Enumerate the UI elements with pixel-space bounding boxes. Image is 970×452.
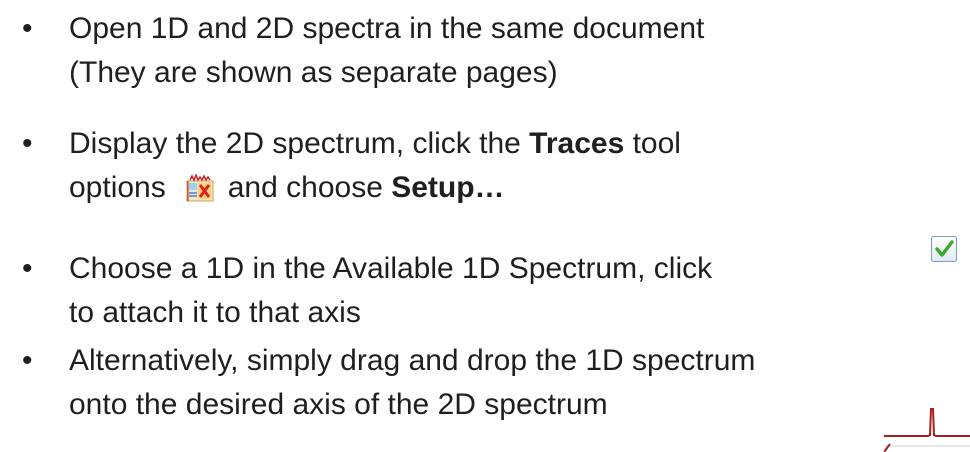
bullet-dot: • (22, 252, 33, 285)
bullet-line: Alternatively, simply drag and drop the … (69, 344, 756, 377)
bullet-line: onto the desired axis of the 2D spectrum (69, 388, 608, 421)
text-segment: Display the 2D spectrum, click the (69, 127, 530, 160)
bullet-text: Open 1D and 2D spectra in the same docum… (69, 7, 704, 95)
bullet-text: Display the 2D spectrum, click the Trace… (69, 122, 681, 210)
bullet-dot: • (22, 344, 33, 377)
bullet-line: (They are shown as separate pages) (69, 56, 558, 89)
text-segment: and choose (227, 171, 392, 204)
bullet-line: Open 1D and 2D spectra in the same docum… (69, 12, 705, 45)
traces-keyword: Traces (529, 127, 625, 160)
bullet-line: options and choose Setup… (69, 166, 681, 210)
setup-keyword: Setup… (391, 171, 505, 204)
bullet-dot: • (22, 12, 33, 45)
text-segment: tool (624, 127, 681, 160)
text-segment: options (69, 171, 166, 204)
bullet-line: to attach it to that axis (69, 296, 361, 329)
bullet-text: Alternatively, simply drag and drop the … (69, 339, 755, 427)
1d-spectrum-peak-icon (884, 408, 970, 452)
traces-options-icon (186, 174, 214, 202)
bullet-dot: • (22, 127, 33, 160)
slide: • Open 1D and 2D spectra in the same doc… (0, 0, 970, 452)
bullet-text: Choose a 1D in the Available 1D Spectrum… (69, 247, 712, 335)
checkbox-check-icon (931, 236, 957, 262)
bullet-line: Display the 2D spectrum, click the Trace… (69, 122, 681, 166)
bullet-line: Choose a 1D in the Available 1D Spectrum… (69, 252, 713, 285)
